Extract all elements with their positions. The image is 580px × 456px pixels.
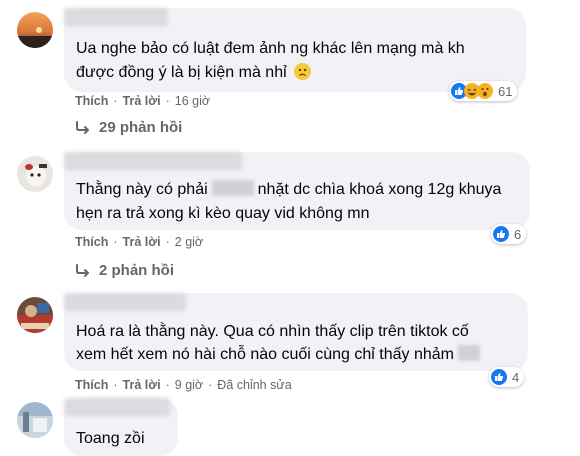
reply-arrow-icon — [76, 263, 89, 277]
comment-bubble: Hoá ra là thằng này. Qua có nhìn thấy cl… — [64, 293, 528, 371]
comment-bubble: Thằng này có phải nhặt dc chìa khoá xong … — [64, 152, 530, 230]
reaction-summary[interactable]: 4 — [489, 367, 525, 387]
reaction-count: 61 — [498, 83, 513, 99]
reply-button[interactable]: Trả lời — [123, 378, 161, 392]
comment-text-line: Toang zồi — [76, 430, 145, 447]
wow-reaction-icon — [477, 83, 493, 99]
author-name — [64, 293, 186, 311]
timestamp[interactable]: 9 giờ — [175, 378, 203, 392]
comment-text-line: Thằng này có phải nhặt dc chìa khoá xong … — [76, 180, 502, 198]
timestamp[interactable]: 16 giờ — [175, 94, 210, 108]
reaction-summary[interactable]: 61 — [449, 81, 518, 101]
avatar[interactable] — [17, 297, 53, 333]
avatar[interactable] — [17, 12, 53, 48]
comment-actions: Thích · Trả lời · 9 giờ · Đã chỉnh sửa — [75, 378, 292, 392]
reaction-count: 6 — [514, 226, 522, 242]
reaction-count: 4 — [512, 369, 520, 385]
reaction-summary[interactable]: 6 — [491, 224, 527, 244]
comment-text-line: Hoá ra là thằng này. Qua có nhìn thấy cl… — [76, 323, 469, 340]
comment-text-line: Ua nghe bảo có luật đem ảnh ng khác lên … — [76, 40, 465, 57]
comment-text-line: được đồng ý là bị kiện mà nhỉ — [76, 61, 312, 85]
avatar[interactable] — [17, 402, 53, 438]
reply-button[interactable]: Trả lời — [123, 94, 161, 108]
like-button[interactable]: Thích — [75, 235, 108, 249]
censored-name — [211, 180, 254, 196]
like-button[interactable]: Thích — [75, 94, 108, 108]
author-name — [64, 152, 242, 170]
timestamp[interactable]: 2 giờ — [175, 235, 203, 249]
view-replies-link[interactable]: 29 phản hồi — [75, 119, 182, 136]
frowning-emoji-icon — [294, 63, 312, 80]
comment-text-line: xem hết xem nó hài chỗ nào cuối cùng chỉ… — [76, 343, 484, 367]
edited-label[interactable]: Đã chỉnh sửa — [217, 378, 291, 392]
reply-arrow-icon — [76, 120, 89, 134]
comment-bubble: Toang zồi — [64, 398, 178, 456]
avatar[interactable] — [17, 156, 53, 192]
comment-bubble: Ua nghe bảo có luật đem ảnh ng khác lên … — [64, 8, 526, 92]
like-button[interactable]: Thích — [75, 378, 108, 392]
censored-text — [458, 345, 480, 361]
comment-text-line: hẹn ra trả xong kì kèo quay vid không mn — [76, 205, 370, 222]
reply-button[interactable]: Trả lời — [123, 235, 161, 249]
author-name — [64, 398, 170, 416]
like-reaction-icon — [493, 226, 509, 242]
view-replies-link[interactable]: 2 phản hồi — [75, 262, 174, 279]
comment-actions: Thích · Trả lời · 2 giờ — [75, 235, 204, 249]
like-reaction-icon — [491, 369, 507, 385]
author-name — [64, 8, 168, 26]
comment-actions: Thích · Trả lời · 16 giờ — [75, 94, 211, 108]
